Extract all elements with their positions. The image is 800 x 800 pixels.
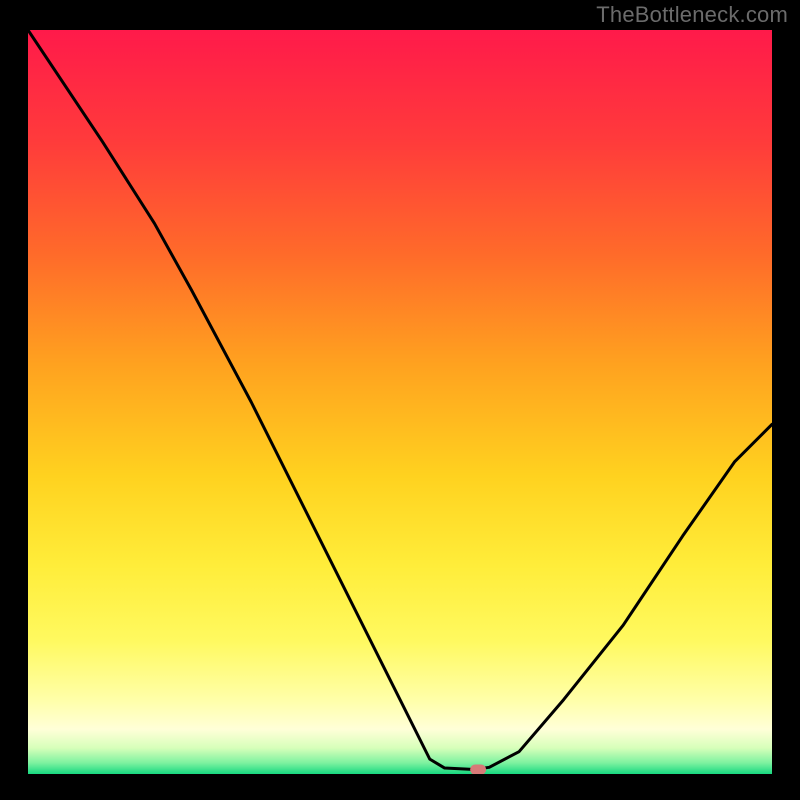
watermark-text: TheBottleneck.com [596, 2, 788, 28]
chart-container: TheBottleneck.com [0, 0, 800, 800]
optimum-marker [470, 765, 486, 774]
bottleneck-chart [28, 30, 772, 774]
chart-background [28, 30, 772, 774]
